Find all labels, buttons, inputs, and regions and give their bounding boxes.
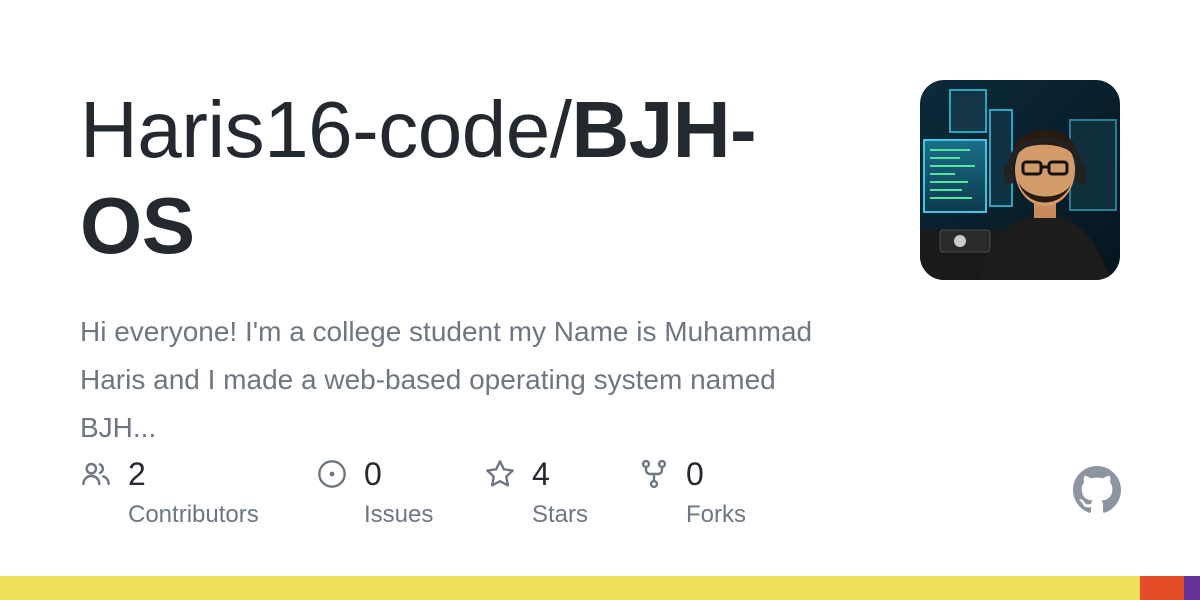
issues-label: Issues (364, 501, 434, 528)
star-icon (484, 458, 516, 490)
repo-social-card: Haris16-code/BJH-OS Hi everyone! I'm a c… (0, 0, 1200, 600)
fork-icon (638, 458, 670, 490)
contributors-label: Contributors (128, 501, 259, 528)
repo-description: Hi everyone! I'm a college student my Na… (80, 316, 813, 443)
forks-label: Forks (686, 501, 746, 528)
repo-stats: 2 Contributors 0 Issues 4 Stars 0 Forks (80, 454, 840, 544)
language-segment (1140, 576, 1185, 600)
issues-count: 0 (364, 456, 382, 492)
issue-icon (316, 458, 348, 490)
contributors-count: 2 (128, 456, 146, 492)
people-icon (80, 458, 112, 490)
language-segment (0, 576, 1140, 600)
stars-count: 4 (532, 456, 550, 492)
avatar-illustration (920, 80, 1120, 280)
forks-count: 0 (686, 456, 704, 492)
repo-title: Haris16-code/BJH-OS (80, 82, 860, 274)
github-logo-icon[interactable] (1073, 466, 1121, 514)
language-bar (0, 576, 1200, 600)
repo-owner: Haris16-code/ (80, 85, 572, 174)
stars-label: Stars (532, 501, 589, 528)
owner-avatar (920, 80, 1120, 280)
language-segment (1184, 576, 1200, 600)
